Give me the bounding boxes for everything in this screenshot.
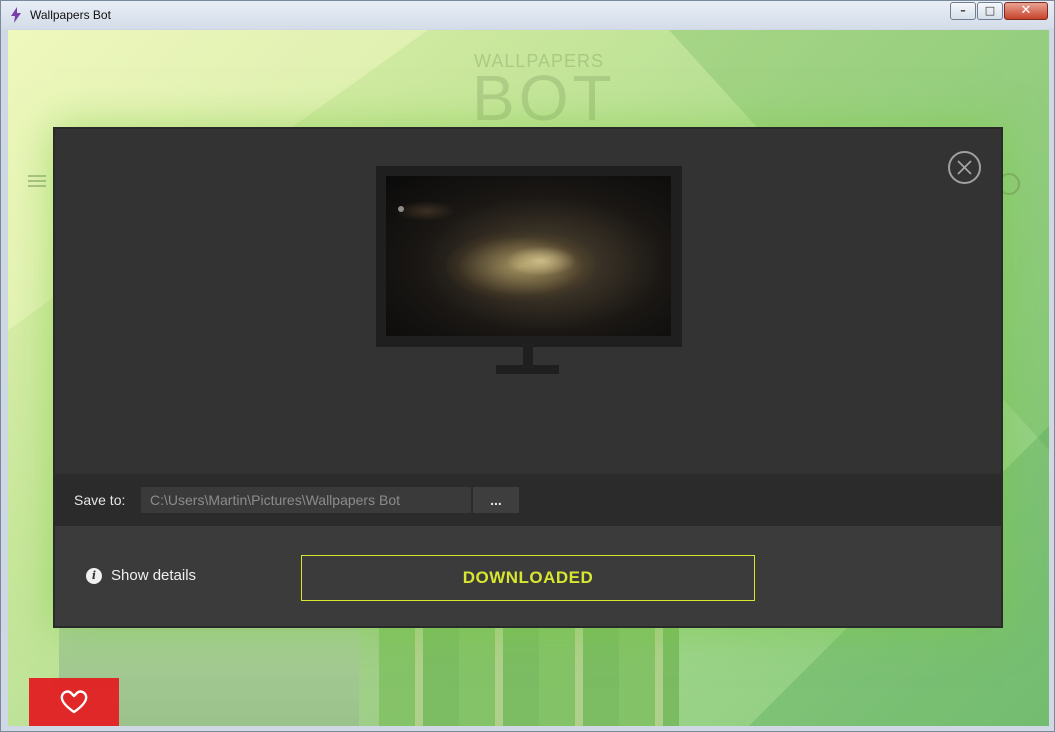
title-bar[interactable]: Wallpapers Bot – □ ✕ [1, 1, 1054, 29]
close-window-icon: ✕ [1020, 3, 1032, 18]
wallpaper-preview [386, 176, 671, 336]
app-window: Wallpapers Bot – □ ✕ WALLPAPERS BOT Save… [0, 0, 1055, 732]
window-title: Wallpapers Bot [30, 8, 111, 22]
minimize-button[interactable]: – [950, 2, 976, 20]
maximize-button[interactable]: □ [977, 2, 1003, 20]
wallpaper-thumbnail[interactable] [379, 625, 679, 726]
monitor-preview [376, 166, 682, 347]
lightning-icon [11, 7, 21, 23]
show-details-link[interactable]: i Show details [86, 567, 196, 584]
downloaded-button[interactable]: DOWNLOADED [301, 555, 755, 601]
monitor-stand [523, 347, 533, 365]
favorite-button[interactable] [29, 678, 119, 726]
window-controls: – □ ✕ [949, 2, 1048, 20]
logo-bot: BOT [472, 62, 616, 134]
close-modal-button[interactable] [948, 151, 981, 184]
info-icon: i [86, 567, 102, 584]
show-details-label: Show details [111, 567, 197, 584]
minimize-icon: – [960, 4, 966, 17]
heart-icon [60, 690, 88, 714]
action-row: i Show details DOWNLOADED [55, 526, 1001, 626]
save-location-row: Save to: ... [55, 474, 1001, 526]
browse-button[interactable]: ... [473, 487, 519, 513]
download-modal: Save to: ... i Show details DOWNLOADED [53, 127, 1003, 628]
save-to-label: Save to: [74, 492, 126, 508]
monitor-base [496, 365, 559, 374]
maximize-icon: □ [984, 4, 996, 17]
wallpaper-thumbnails [59, 625, 679, 726]
close-icon [957, 160, 972, 175]
close-window-button[interactable]: ✕ [1004, 2, 1048, 20]
save-path-field[interactable] [141, 487, 471, 513]
menu-icon[interactable] [28, 175, 46, 187]
